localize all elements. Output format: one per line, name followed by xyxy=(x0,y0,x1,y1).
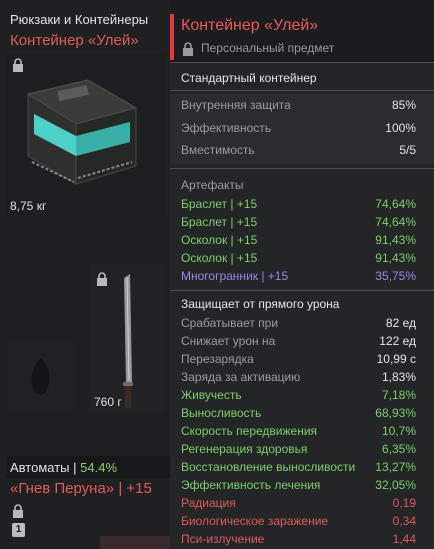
artifact-row: Браслет | +15 74,64% xyxy=(181,196,416,212)
effect-value: 7,18% xyxy=(381,388,416,402)
effect-row: Регенерация здоровья 6,35% xyxy=(181,441,416,457)
protection-value: 1,83% xyxy=(381,370,416,384)
protection-row: Перезарядка 10,99 с xyxy=(181,351,416,367)
stat-row: Вместимость 5/5 xyxy=(181,142,416,158)
artifact-value: 74,64% xyxy=(375,215,416,229)
stat-value: 5/5 xyxy=(399,143,416,157)
protection-label: Перезарядка xyxy=(181,352,254,366)
artifact-value: 91,43% xyxy=(375,251,416,265)
artifact-silhouette-icon xyxy=(31,358,50,395)
effect-label: Выносливость xyxy=(181,406,262,420)
weapons-category-label: Автоматы xyxy=(10,460,70,475)
item-slot-knife[interactable] xyxy=(90,264,164,412)
item-slot-container[interactable] xyxy=(6,54,166,216)
divider xyxy=(170,168,434,169)
tooltip-type: Стандартный контейнер xyxy=(181,71,317,85)
effect-label: Регенерация здоровья xyxy=(181,442,308,456)
knife-weight: 760 г xyxy=(94,395,122,409)
lock-icon xyxy=(182,42,194,56)
weapon-preview-strip xyxy=(100,536,170,549)
divider xyxy=(170,62,434,63)
weapons-percent: 54.4% xyxy=(80,460,118,475)
artifact-value: 91,43% xyxy=(375,233,416,247)
effect-value: 6,35% xyxy=(381,442,416,456)
effect-label: Восстановление выносливости xyxy=(181,460,356,474)
effect-value: 32,05% xyxy=(375,478,416,492)
negative-value: 0,19 xyxy=(392,496,416,510)
effect-row: Живучесть 7,18% xyxy=(181,387,416,403)
category-title: Рюкзаки и Контейнеры xyxy=(10,12,149,27)
artifact-label: Осколок | +15 xyxy=(181,251,258,265)
effect-row: Выносливость 68,93% xyxy=(181,405,416,421)
weapon-name[interactable]: «Гнев Перуна» | +15 xyxy=(10,480,152,497)
effect-value: 68,93% xyxy=(375,406,416,420)
protection-row: Снижает урон на 122 ед xyxy=(181,333,416,349)
effect-row: Скорость передвижения 10,7% xyxy=(181,423,416,439)
negative-label: Пси-излучение xyxy=(181,532,265,546)
artifact-row: Многогранник | +15 35,75% xyxy=(181,268,416,284)
artifact-label: Многогранник | +15 xyxy=(181,269,289,283)
protection-label: Срабатывает при xyxy=(181,316,279,330)
item-tooltip: Контейнер «Улей» Персональный предмет Ст… xyxy=(170,0,434,549)
negative-value: 0,34 xyxy=(392,514,416,528)
protection-value: 122 ед xyxy=(379,334,416,348)
negative-row: Биологическое заражение 0,34 xyxy=(181,513,416,529)
artifact-label: Браслет | +15 xyxy=(181,197,258,211)
protection-label: Заряда за активацию xyxy=(181,370,301,384)
effect-label: Скорость передвижения xyxy=(181,424,318,438)
protection-value: 10,99 с xyxy=(376,352,416,366)
stat-row: Внутренняя защита 85% xyxy=(181,97,416,113)
divider xyxy=(170,90,434,91)
effect-label: Живучесть xyxy=(181,388,242,402)
hive-container-image xyxy=(26,79,138,185)
artifact-value: 35,75% xyxy=(375,269,416,283)
effect-row: Эффективность лечения 32,05% xyxy=(181,477,416,493)
protection-value: 82 ед xyxy=(385,316,416,330)
stat-row: Эффективность 100% xyxy=(181,120,416,136)
tooltip-subtitle: Персональный предмет xyxy=(201,41,335,55)
stat-label: Вместимость xyxy=(181,143,255,157)
tooltip-accent-bar xyxy=(170,14,174,60)
negative-row: Пси-излучение 1,44 xyxy=(181,531,416,547)
lock-icon xyxy=(96,272,108,286)
protection-label: Снижает урон на xyxy=(181,334,276,348)
lock-icon xyxy=(12,504,24,518)
negative-label: Радиация xyxy=(181,496,236,510)
protection-row: Заряда за активацию 1,83% xyxy=(181,369,416,385)
item-weight: 8,75 кг xyxy=(10,199,47,213)
tooltip-title: Контейнер «Улей» xyxy=(181,17,319,34)
item-name: Контейнер «Улей» xyxy=(10,32,139,49)
negative-label: Биологическое заражение xyxy=(181,514,329,528)
artifact-label: Браслет | +15 xyxy=(181,215,258,229)
artifacts-header: Артефакты xyxy=(181,178,244,192)
item-slot-artifact[interactable] xyxy=(6,340,76,412)
artifact-row: Браслет | +15 74,64% xyxy=(181,214,416,230)
count-badge: 1 xyxy=(12,523,25,537)
negative-row: Радиация 0,19 xyxy=(181,495,416,511)
stat-label: Эффективность xyxy=(181,121,272,135)
effect-value: 13,27% xyxy=(375,460,416,474)
protection-row: Срабатывает при 82 ед xyxy=(181,315,416,331)
protection-header: Защищает от прямого урона xyxy=(181,297,340,311)
negative-value: 1,44 xyxy=(392,532,416,546)
stat-value: 100% xyxy=(385,121,416,135)
knife-image xyxy=(123,274,133,408)
lock-icon xyxy=(12,58,24,72)
divider xyxy=(170,290,434,291)
effect-value: 10,7% xyxy=(381,424,416,438)
inventory-panel: Рюкзаки и Контейнеры Контейнер «Улей» 8,… xyxy=(0,0,170,549)
stat-label: Внутренняя защита xyxy=(181,98,291,112)
artifact-value: 74,64% xyxy=(375,197,416,211)
artifact-label: Осколок | +15 xyxy=(181,233,258,247)
effect-label: Эффективность лечения xyxy=(181,478,321,492)
effect-row: Восстановление выносливости 13,27% xyxy=(181,459,416,475)
stat-value: 85% xyxy=(391,98,416,112)
artifact-row: Осколок | +15 91,43% xyxy=(181,232,416,248)
artifact-row: Осколок | +15 91,43% xyxy=(181,250,416,266)
weapons-category: Автоматы | 54.4% xyxy=(10,460,118,475)
